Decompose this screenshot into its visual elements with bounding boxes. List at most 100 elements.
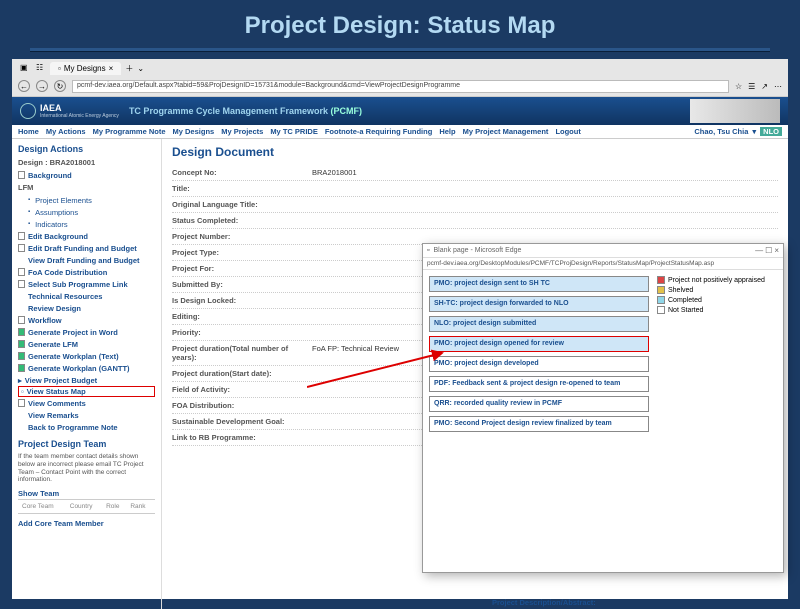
popup-maximize-button[interactable]: ☐: [765, 246, 772, 255]
reading-mode-icon[interactable]: ☰: [748, 82, 755, 91]
nav-my-tc-pride[interactable]: My TC PRIDE: [270, 127, 318, 136]
nav-logout[interactable]: Logout: [555, 127, 580, 136]
th-rank: Rank: [128, 502, 153, 511]
sidebar-generate-word[interactable]: Generate Project in Word: [18, 326, 155, 338]
field-row: Original Language Title:: [172, 197, 778, 213]
field-value: BRA2018001: [312, 168, 778, 177]
nav-home[interactable]: Home: [18, 127, 39, 136]
favorites-icon[interactable]: ☆: [735, 82, 742, 91]
sidebar-select-sub-programme[interactable]: Select Sub Programme Link: [18, 278, 155, 290]
sidebar-workflow[interactable]: Workflow: [18, 314, 155, 326]
field-value: [312, 216, 778, 225]
show-team-link[interactable]: Show Team: [18, 487, 155, 499]
sidebar-background[interactable]: Background: [18, 169, 155, 181]
popup-minimize-button[interactable]: —: [755, 246, 763, 255]
nav-my-programme-note[interactable]: My Programme Note: [93, 127, 166, 136]
popup-body: PMO: project design sent to SH TCSH-TC: …: [423, 270, 783, 438]
legend-row: Not Started: [657, 306, 777, 314]
nav-help[interactable]: Help: [439, 127, 455, 136]
doc-icon: [18, 399, 25, 407]
sidebar-view-project-budget[interactable]: ▸View Project Budget: [18, 374, 155, 386]
tab-bar: ▣ ☷ ▫ My Designs × ＋ ⌄: [12, 59, 788, 77]
sidebar-assumptions[interactable]: Assumptions: [28, 206, 155, 218]
new-tab-button[interactable]: ＋: [125, 63, 133, 74]
title-underline: [30, 48, 770, 51]
sidebar-foa-code[interactable]: FoA Code Distribution: [18, 266, 155, 278]
sidebar-generate-workplan-text[interactable]: Generate Workplan (Text): [18, 350, 155, 362]
field-row: Concept No:BRA2018001: [172, 165, 778, 181]
sidebar-technical-resources[interactable]: Technical Resources: [18, 290, 155, 302]
word-icon: [18, 340, 25, 348]
sidebar-indicators[interactable]: Indicators: [28, 218, 155, 230]
sidebar-lfm-label: LFM: [18, 183, 155, 192]
field-label: Link to RB Programme:: [172, 433, 312, 442]
word-icon: [18, 364, 25, 372]
browser-chrome: ▣ ☷ ▫ My Designs × ＋ ⌄ ← → ↻ pcmf-dev.ia…: [12, 59, 788, 97]
status-map-popup: ▫ Blank page - Microsoft Edge — ☐ × pcmf…: [422, 243, 784, 573]
forward-button[interactable]: →: [36, 80, 48, 92]
user-dropdown-icon[interactable]: ▾: [752, 127, 756, 136]
close-tab-icon[interactable]: ×: [109, 64, 114, 73]
nav-my-projects[interactable]: My Projects: [221, 127, 263, 136]
legend-label: Not Started: [668, 307, 703, 314]
url-input[interactable]: pcmf-dev.iaea.org/Default.aspx?tabid=59&…: [72, 80, 729, 93]
field-label: Project duration(Start date):: [172, 369, 312, 378]
sidebar-view-comments[interactable]: View Comments: [18, 397, 155, 409]
popup-favicon: ▫: [427, 247, 429, 254]
menu-icon[interactable]: ⋯: [774, 82, 782, 91]
nav-my-actions[interactable]: My Actions: [46, 127, 86, 136]
browser-tab[interactable]: ▫ My Designs ×: [50, 62, 121, 75]
app-banner: IAEA International Atomic Energy Agency …: [12, 97, 788, 125]
sidebar-view-status-map[interactable]: ▫View Status Map: [18, 386, 155, 397]
reading-list-icon[interactable]: ▣: [20, 63, 30, 73]
sidebar-edit-background[interactable]: Edit Background: [18, 230, 155, 242]
sidebar-review-design[interactable]: Review Design: [18, 302, 155, 314]
popup-titlebar: ▫ Blank page - Microsoft Edge — ☐ ×: [423, 244, 783, 258]
popup-title: Blank page - Microsoft Edge: [433, 247, 521, 254]
th-country: Country: [68, 502, 102, 511]
sidebar-project-elements[interactable]: Project Elements: [28, 194, 155, 206]
status-box: PDF: Feedback sent & project design re-o…: [429, 376, 649, 392]
status-box: PMO: project design opened for review: [429, 336, 649, 352]
sidebar-view-draft-funding[interactable]: View Draft Funding and Budget: [18, 254, 155, 266]
field-label: Original Language Title:: [172, 200, 312, 209]
refresh-button[interactable]: ↻: [54, 80, 66, 92]
field-value: [312, 200, 778, 209]
hub-icon[interactable]: ☷: [36, 63, 46, 73]
doc-icon: [18, 232, 25, 240]
doc-icon: [18, 268, 25, 276]
field-label: Project duration(Total number of years):: [172, 344, 312, 362]
sidebar-view-remarks[interactable]: View Remarks: [18, 409, 155, 421]
field-value: [312, 184, 778, 193]
legend-swatch: [657, 306, 665, 314]
team-table: Core Team Country Role Rank: [18, 499, 155, 514]
status-box: QRR: recorded quality review in PCMF: [429, 396, 649, 412]
legend-swatch: [657, 286, 665, 294]
field-label: Project For:: [172, 264, 312, 273]
popup-close-button[interactable]: ×: [774, 246, 779, 255]
status-box: PMO: project design sent to SH TC: [429, 276, 649, 292]
sidebar-generate-lfm[interactable]: Generate LFM: [18, 338, 155, 350]
back-button[interactable]: ←: [18, 80, 30, 92]
page-title: Design Document: [172, 145, 778, 159]
sidebar-back-programme-note[interactable]: Back to Programme Note: [18, 421, 155, 433]
word-icon: [18, 352, 25, 360]
tab-dropdown-icon[interactable]: ⌄: [137, 64, 144, 73]
doc-icon: [18, 171, 25, 179]
add-core-team-member[interactable]: Add Core Team Member: [18, 517, 155, 529]
nav-my-designs[interactable]: My Designs: [173, 127, 215, 136]
doc-icon: [18, 280, 25, 288]
nav-my-project-management[interactable]: My Project Management: [463, 127, 549, 136]
field-label: Field of Activity:: [172, 385, 312, 394]
legend-label: Project not positively appraised: [668, 277, 765, 284]
legend-row: Completed: [657, 296, 777, 304]
share-icon[interactable]: ↗: [761, 82, 768, 91]
sidebar-heading-team: Project Design Team: [18, 439, 155, 449]
sidebar-generate-workplan-gantt[interactable]: Generate Workplan (GANTT): [18, 362, 155, 374]
th-core-team: Core Team: [20, 502, 66, 511]
slide-title: Project Design: Status Map: [0, 0, 800, 48]
field-label: Title:: [172, 184, 312, 193]
legend-row: Project not positively appraised: [657, 276, 777, 284]
nav-footnote-a[interactable]: Footnote-a Requiring Funding: [325, 127, 432, 136]
sidebar-edit-draft-funding[interactable]: Edit Draft Funding and Budget: [18, 242, 155, 254]
